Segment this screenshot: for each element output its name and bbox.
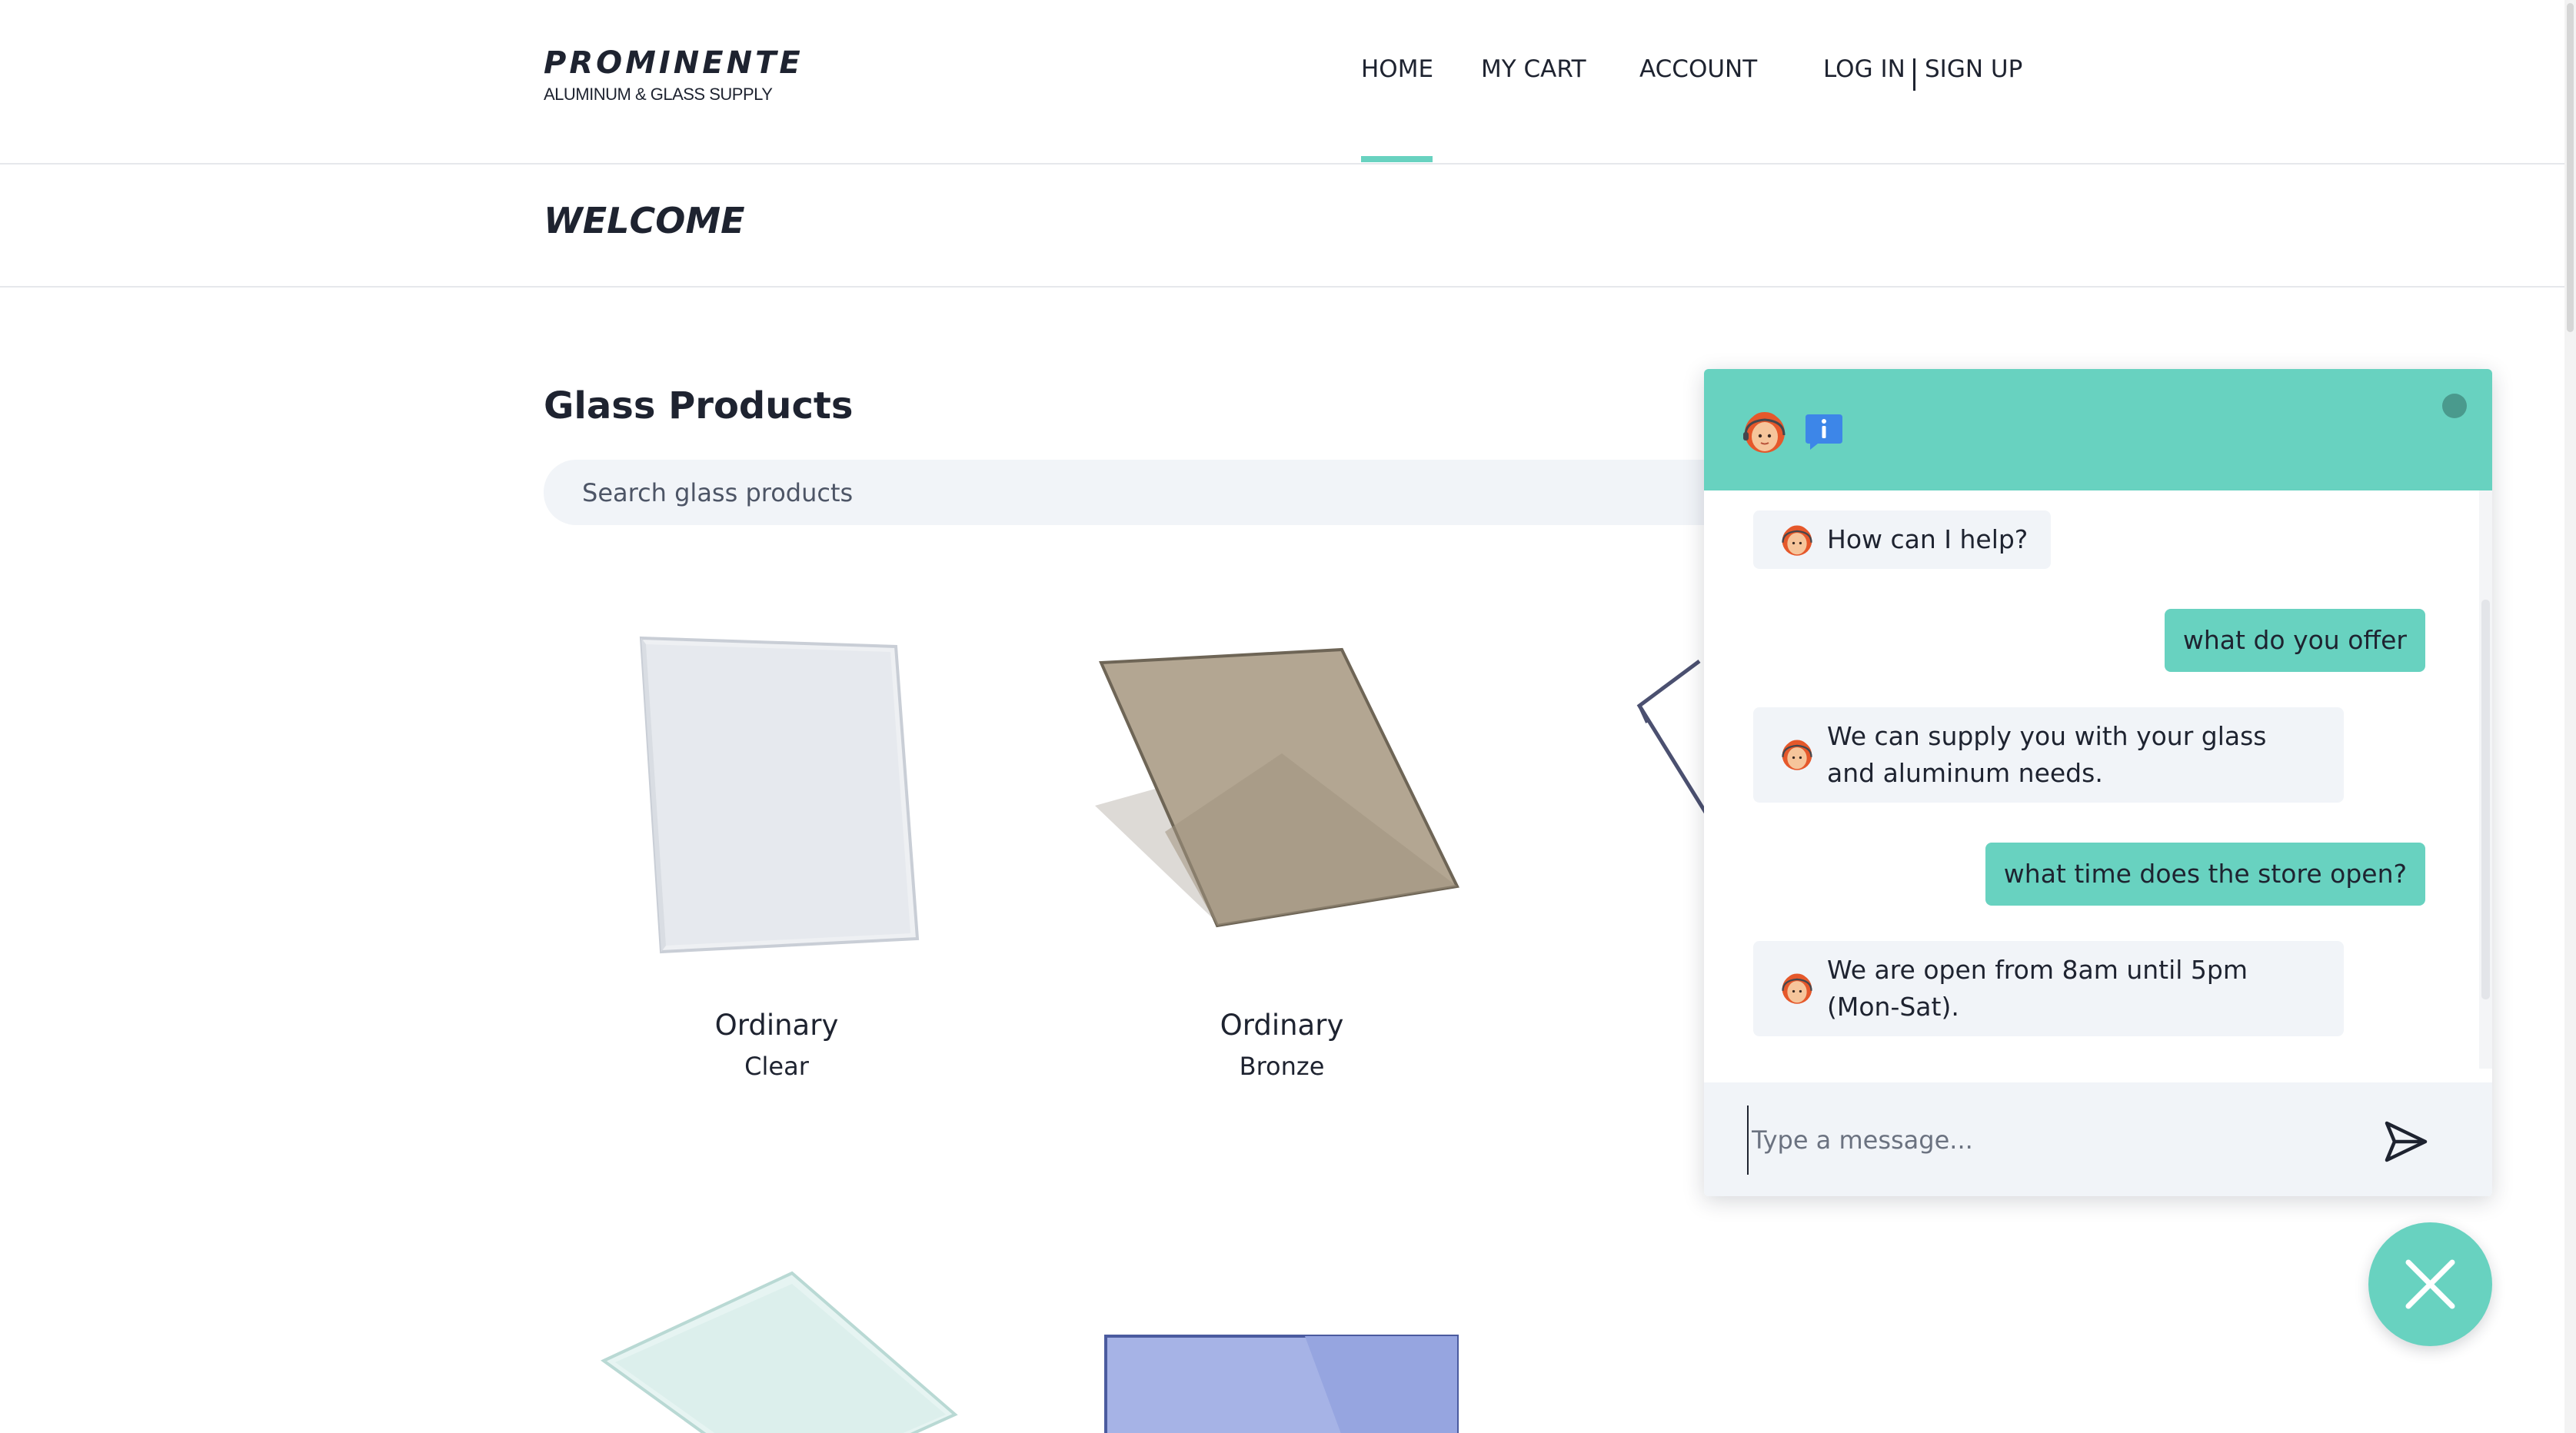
message-text: We are open from 8am until 5pm (Mon-Sat)… <box>1827 955 2248 1022</box>
chat-message-input[interactable] <box>1747 1106 2362 1175</box>
bot-message: How can I help? <box>1753 510 2052 569</box>
product-card[interactable]: Ordinary Clear <box>569 615 984 1107</box>
support-agent-avatar-icon <box>1743 412 1786 453</box>
product-name: Ordinary <box>714 1009 839 1042</box>
info-icon[interactable] <box>1804 411 1844 451</box>
brand-title: PROMINENTE <box>544 45 804 81</box>
chat-status-dot[interactable] <box>2442 394 2467 418</box>
site-header: PROMINENTE ALUMINUM & GLASS SUPPLY HOME … <box>0 0 2564 165</box>
product-variant: Clear <box>744 1052 809 1081</box>
nav-sign-up[interactable]: SIGN UP <box>1925 55 2022 83</box>
page-title: WELCOME <box>544 200 745 241</box>
nav-divider <box>1913 58 1915 91</box>
message-text: We can supply you with your glass and al… <box>1827 721 2267 788</box>
bot-message: We can supply you with your glass and al… <box>1753 707 2344 803</box>
support-agent-avatar-icon <box>1782 525 1812 556</box>
brand-logo[interactable]: PROMINENTE ALUMINUM & GLASS SUPPLY <box>544 43 804 105</box>
send-icon[interactable] <box>2381 1117 2430 1166</box>
product-name: Ordinary <box>1220 1009 1344 1042</box>
chat-composer <box>1704 1082 2492 1196</box>
user-message: what time does the store open? <box>1985 843 2425 906</box>
search-input[interactable] <box>544 460 1743 525</box>
nav-active-indicator <box>1361 156 1433 162</box>
chat-scrollbar-thumb[interactable] <box>2481 600 2490 999</box>
clear-glass-pane-icon <box>639 636 920 954</box>
message-text: what do you offer <box>2182 625 2407 655</box>
product-card[interactable]: Ordinary Bronze <box>1074 615 1489 1107</box>
product-card[interactable] <box>569 1261 984 1433</box>
close-icon <box>2405 1259 2455 1309</box>
clear-glass-pane-icon <box>601 1271 958 1433</box>
message-text: How can I help? <box>1827 524 2029 554</box>
product-variant: Bronze <box>1239 1052 1325 1081</box>
close-chat-button[interactable] <box>2368 1222 2492 1346</box>
user-message: what do you offer <box>2164 609 2425 672</box>
bot-message: We are open from 8am until 5pm (Mon-Sat)… <box>1753 941 2344 1036</box>
section-title: Glass Products <box>544 384 854 427</box>
chat-messages: How can I help? what do you offer We can… <box>1704 490 2479 1069</box>
nav-account[interactable]: ACCOUNT <box>1639 55 1757 83</box>
support-agent-avatar-icon <box>1782 973 1812 1004</box>
welcome-banner: WELCOME <box>0 166 2564 288</box>
nav-home[interactable]: HOME <box>1361 55 1433 83</box>
chat-widget: How can I help? what do you offer We can… <box>1704 369 2492 1196</box>
support-agent-avatar-icon <box>1782 740 1812 770</box>
brand-subtitle: ALUMINUM & GLASS SUPPLY <box>544 85 773 104</box>
chat-header <box>1704 369 2492 490</box>
message-text: what time does the store open? <box>2003 859 2407 889</box>
nav-log-in[interactable]: LOG IN <box>1823 55 1905 83</box>
page-scrollbar-thumb[interactable] <box>2567 3 2574 332</box>
blue-glass-pane-icon <box>1104 1335 1459 1433</box>
nav-my-cart[interactable]: MY CART <box>1481 55 1586 83</box>
product-card[interactable] <box>1074 1261 1489 1433</box>
bronze-glass-pane-icon <box>1095 647 1459 928</box>
